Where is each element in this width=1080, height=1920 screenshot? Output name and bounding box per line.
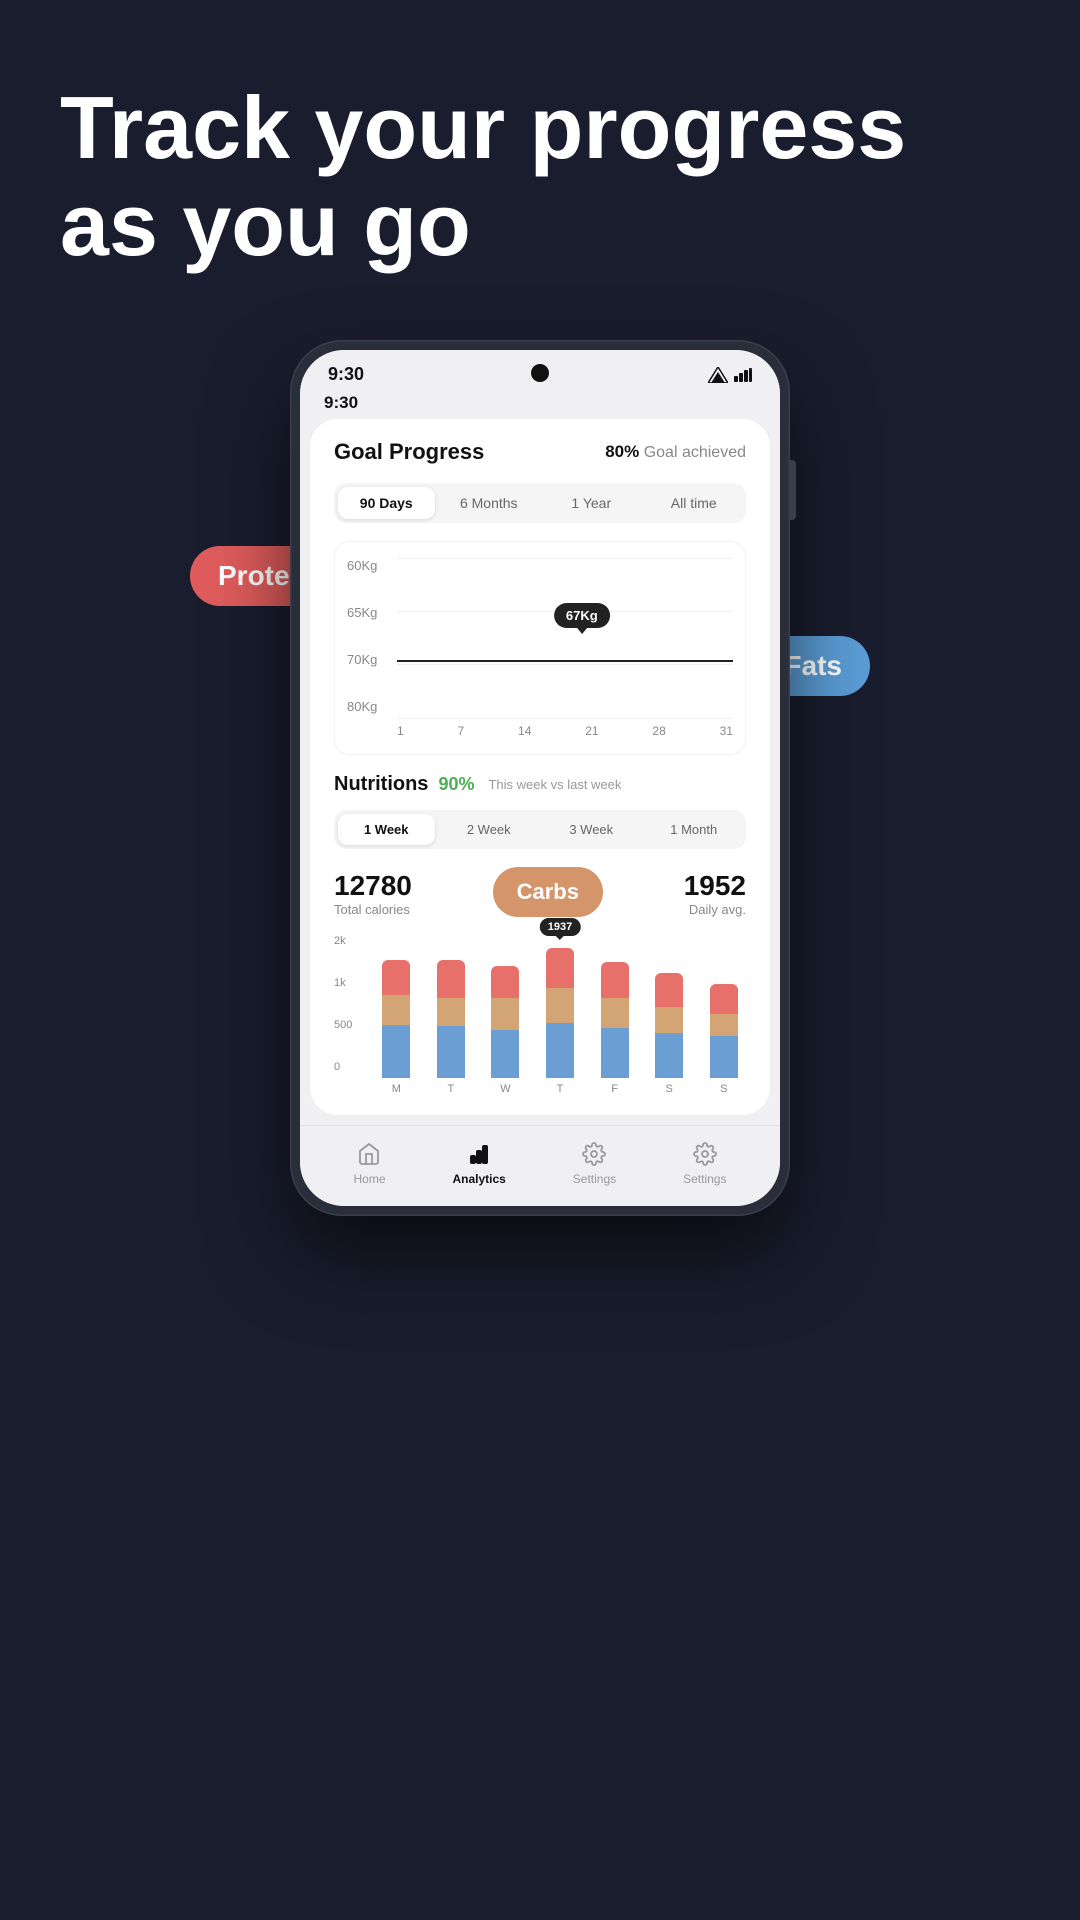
settings-icon bbox=[580, 1140, 608, 1168]
chart-x-labels: 1 7 14 21 28 31 bbox=[397, 724, 733, 738]
bar-sunday: S bbox=[701, 984, 746, 1095]
tab-alltime[interactable]: All time bbox=[646, 487, 743, 519]
bar-chart-container: 2k 1k 500 0 M bbox=[334, 935, 746, 1095]
chart-y-labels: 60Kg 65Kg 70Kg 80Kg bbox=[347, 558, 377, 714]
status-time: 9:30 bbox=[328, 364, 364, 385]
bar-wednesday: W bbox=[483, 966, 528, 1095]
goal-achieved: 80% Goal achieved bbox=[605, 442, 746, 462]
bar-chart: 2k 1k 500 0 M bbox=[334, 935, 746, 1095]
bar-thursday: 1937 T bbox=[538, 948, 583, 1095]
carbs-badge-wrapper: Carbs bbox=[493, 867, 603, 917]
app-header: Goal Progress 80% Goal achieved bbox=[334, 439, 746, 465]
chart-area: 67Kg bbox=[397, 558, 733, 718]
nutritions-pct: 90% bbox=[438, 774, 474, 795]
time-display: 9:30 bbox=[324, 393, 358, 412]
tab-6months[interactable]: 6 Months bbox=[441, 487, 538, 519]
nav-settings[interactable]: Settings bbox=[573, 1140, 616, 1186]
chart-grid bbox=[397, 558, 733, 718]
bar-tuesday: T bbox=[429, 960, 474, 1095]
tab-1week[interactable]: 1 Week bbox=[338, 814, 435, 845]
power-button bbox=[790, 460, 796, 520]
home-icon bbox=[355, 1140, 383, 1168]
nav-analytics[interactable]: Analytics bbox=[452, 1140, 505, 1186]
nav-analytics-label: Analytics bbox=[452, 1172, 505, 1186]
weight-tooltip: 67Kg bbox=[554, 603, 610, 628]
nav-settings2-label: Settings bbox=[683, 1172, 726, 1186]
nav-home[interactable]: Home bbox=[353, 1140, 385, 1186]
bar-y-labels: 2k 1k 500 0 bbox=[334, 935, 352, 1073]
phone-mockup: Protein Fats 9:30 bbox=[290, 340, 790, 1216]
daily-avg-label: Daily avg. bbox=[684, 902, 746, 917]
total-calories-label: Total calories bbox=[334, 902, 412, 917]
total-calories-value: 12780 bbox=[334, 870, 412, 902]
status-icons bbox=[708, 367, 752, 383]
fats-segment bbox=[382, 1025, 410, 1078]
weight-chart: 60Kg 65Kg 70Kg 80Kg 67Kg bbox=[334, 541, 746, 755]
nav-settings-label: Settings bbox=[573, 1172, 616, 1186]
tab-90days[interactable]: 90 Days bbox=[338, 487, 435, 519]
hero-title: Track your progress as you go bbox=[60, 80, 1020, 274]
daily-avg-value: 1952 bbox=[684, 870, 746, 902]
nutritions-title: Nutritions bbox=[334, 773, 428, 796]
total-calories-stat: 12780 Total calories bbox=[334, 870, 412, 917]
weight-line bbox=[397, 660, 733, 662]
phone-frame: 9:30 9:30 bbox=[290, 340, 790, 1216]
header-title: Goal Progress bbox=[334, 439, 484, 465]
bar-tooltip: 1937 bbox=[540, 918, 580, 936]
bottom-nav: Home Analytics bbox=[300, 1125, 780, 1206]
tab-1year[interactable]: 1 Year bbox=[543, 487, 640, 519]
tab-2week[interactable]: 2 Week bbox=[441, 814, 538, 845]
camera-notch bbox=[531, 364, 549, 382]
daily-avg-stat: 1952 Daily avg. bbox=[684, 870, 746, 917]
bar-friday: F bbox=[592, 962, 637, 1095]
tab-1month[interactable]: 1 Month bbox=[646, 814, 743, 845]
settings2-icon bbox=[691, 1140, 719, 1168]
analytics-icon bbox=[465, 1140, 493, 1168]
protein-segment bbox=[382, 960, 410, 995]
status-bar: 9:30 bbox=[300, 350, 780, 393]
hero-section: Track your progress as you go bbox=[60, 80, 1020, 274]
period-tabs: 90 Days 6 Months 1 Year All time bbox=[334, 483, 746, 523]
phone-screen: 9:30 9:30 bbox=[300, 350, 780, 1206]
tab-3week[interactable]: 3 Week bbox=[543, 814, 640, 845]
nutritions-subtitle: This week vs last week bbox=[488, 777, 621, 792]
nutritions-header: Nutritions 90% This week vs last week bbox=[334, 773, 746, 796]
signal-icon bbox=[708, 367, 728, 383]
carbs-badge: Carbs bbox=[493, 867, 603, 917]
bar-monday: M bbox=[374, 960, 419, 1095]
wifi-icon bbox=[734, 368, 752, 382]
stats-row: 12780 Total calories Carbs 1952 Daily av… bbox=[334, 867, 746, 917]
app-content: Goal Progress 80% Goal achieved 90 Days … bbox=[310, 419, 770, 1115]
nav-home-label: Home bbox=[353, 1172, 385, 1186]
carbs-segment bbox=[382, 995, 410, 1025]
bar-saturday: S bbox=[647, 973, 692, 1095]
nav-settings2[interactable]: Settings bbox=[683, 1140, 726, 1186]
week-tabs: 1 Week 2 Week 3 Week 1 Month bbox=[334, 810, 746, 849]
